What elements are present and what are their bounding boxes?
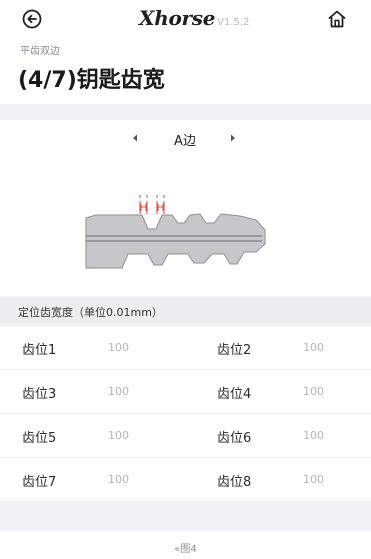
position-label: 齿位7 (22, 475, 57, 490)
position-label: 齿位3 (22, 387, 57, 402)
side-selector: A边 (0, 120, 371, 156)
position-row: 齿位5 100 齿位6 100 (0, 414, 371, 458)
side-label: A边 (174, 134, 196, 149)
logo-text: Xhorse (139, 6, 216, 30)
caret-left-icon (133, 134, 137, 142)
home-button[interactable] (327, 9, 347, 29)
footer: «图4 (0, 531, 371, 559)
position-row: 齿位1 100 齿位2 100 (0, 326, 371, 370)
position-value-input[interactable]: 100 (108, 473, 129, 486)
position-label: 齿位1 (22, 343, 57, 358)
xhorse-logo: Xhorse V1.5.2 (139, 6, 249, 36)
section-header: 定位齿宽度（单位0.01mm） (0, 298, 371, 323)
position-label: 齿位2 (217, 343, 252, 358)
figure-label[interactable]: «图4 (0, 540, 371, 555)
caret-right-icon (231, 134, 235, 142)
width-marker-label: H (140, 202, 148, 214)
page-title: (4/7)钥匙齿宽 (18, 68, 165, 93)
position-row: 齿位3 100 齿位4 100 (0, 370, 371, 414)
back-button[interactable] (22, 9, 42, 29)
key-diagram-area: HH (0, 156, 371, 296)
section-title: 定位齿宽度（单位0.01mm） (18, 306, 163, 319)
position-grid: 齿位1 100 齿位2 100 齿位3 100 齿位4 100 齿位5 100 … (0, 326, 371, 502)
position-label: 齿位5 (22, 431, 57, 446)
position-value-input[interactable]: 100 (108, 385, 129, 398)
app-version: V1.5.2 (217, 17, 250, 28)
home-icon (328, 10, 346, 28)
position-value-input[interactable]: 100 (303, 429, 324, 442)
position-value-input[interactable]: 100 (303, 341, 324, 354)
position-value-input[interactable]: 100 (303, 473, 324, 486)
position-row: 齿位7 100 齿位8 100 (0, 458, 371, 502)
position-label: 齿位4 (217, 387, 252, 402)
key-blade-diagram: HH (85, 195, 266, 269)
header: Xhorse V1.5.2 平齿双边 (4/7)钥匙齿宽 (0, 0, 371, 104)
position-value-input[interactable]: 100 (108, 429, 129, 442)
width-marker-label: H (157, 202, 165, 214)
breadcrumb: 平齿双边 (20, 46, 60, 57)
side-prev-button[interactable] (128, 130, 142, 146)
side-next-button[interactable] (226, 130, 240, 146)
position-value-input[interactable]: 100 (303, 385, 324, 398)
position-label: 齿位8 (217, 475, 252, 490)
position-value-input[interactable]: 100 (108, 341, 129, 354)
back-arrow-icon (22, 9, 42, 29)
position-label: 齿位6 (217, 431, 252, 446)
bottom-spacer (0, 502, 371, 531)
